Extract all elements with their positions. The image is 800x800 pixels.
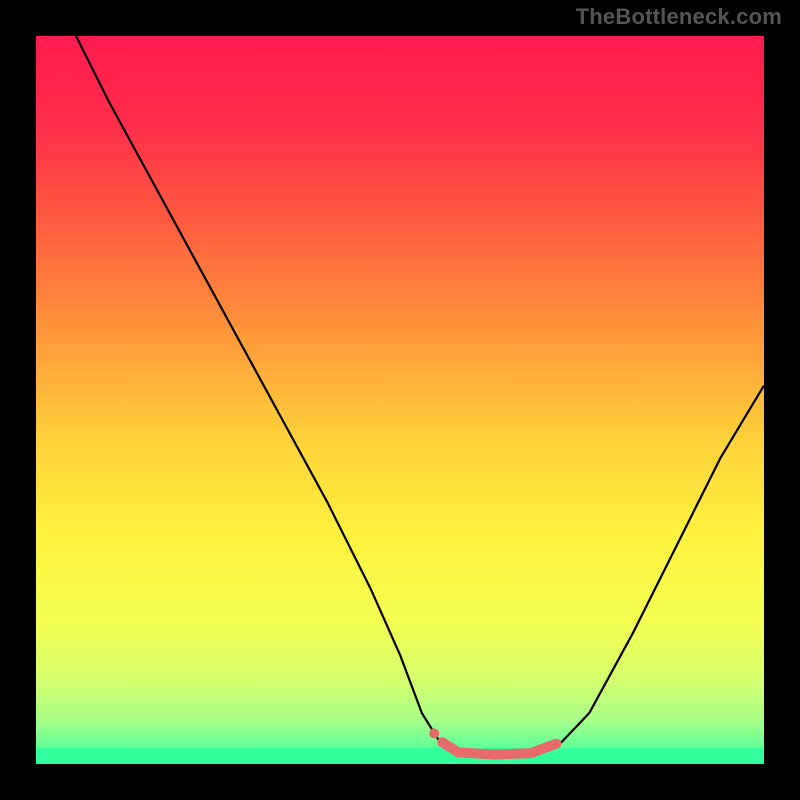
optimum_marker_dot <box>429 728 439 738</box>
watermark-label: TheBottleneck.com <box>576 4 782 30</box>
optimum-band <box>36 748 764 764</box>
chart-svg <box>36 36 764 764</box>
chart-frame: TheBottleneck.com <box>0 0 800 800</box>
plot-area <box>36 36 764 764</box>
